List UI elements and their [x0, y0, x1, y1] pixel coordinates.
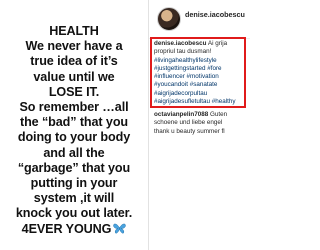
comment-text: Guten: [210, 111, 228, 118]
comment-text: thank u beauty summer fl: [154, 127, 225, 135]
butterfly-icon: [113, 223, 126, 238]
quote-line: putting in your: [30, 176, 118, 191]
post-header: denise.iacobescu: [149, 0, 250, 39]
comment: octavianpelin7088 Guten schoene und lieb…: [154, 111, 249, 136]
comment-username[interactable]: octavianpelin7088: [154, 111, 208, 118]
quote-line: and all the: [43, 145, 105, 160]
quote-line: 4EVER YOUNG: [21, 221, 112, 236]
quote-text: HEALTH We never have a true idea of it’s…: [2, 24, 146, 238]
comment-first-line: octavianpelin7088 Guten: [154, 111, 249, 119]
quote-line: “garbage” that you: [17, 160, 131, 175]
quote-line: value until we: [33, 69, 115, 84]
quote-line: HEALTH: [49, 24, 99, 38]
quote-line: LOSE IT.: [48, 84, 100, 99]
avatar[interactable]: [157, 7, 181, 31]
quote-line: So remember …all: [19, 100, 129, 115]
quote-line: We never have a: [25, 39, 123, 54]
post-image: HEALTH We never have a true idea of it’s…: [0, 0, 148, 250]
quote-line: true idea of it’s: [30, 54, 118, 69]
quote-line: system ,it will: [33, 191, 115, 206]
quote-final-line: 4EVER YOUNG: [2, 222, 146, 238]
quote-line: doing to your body: [17, 130, 131, 145]
header-username[interactable]: denise.iacobescu: [185, 10, 245, 19]
quote-line: the “bad” that you: [19, 115, 129, 130]
quote-line: knock you out later.: [15, 206, 133, 221]
comment-text: schoene und liebe engel: [154, 119, 223, 127]
caption-highlight-box: [150, 37, 246, 108]
post-sidebar: denise.iacobescu denise.iacobescu Ai gri…: [149, 0, 250, 250]
